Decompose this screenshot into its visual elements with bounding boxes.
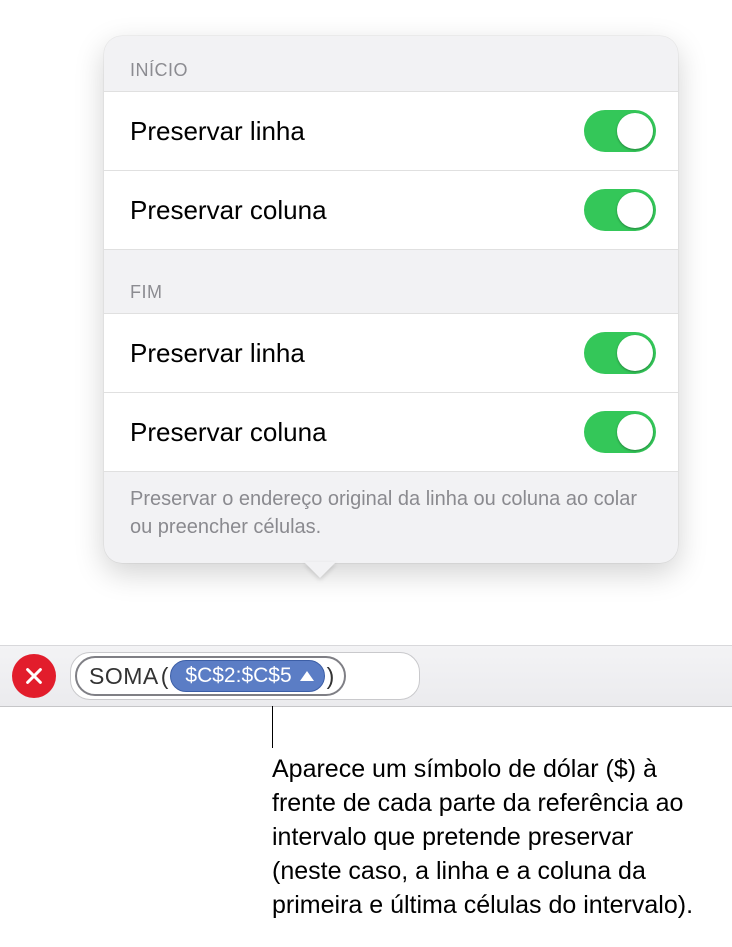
callout-line (272, 706, 273, 748)
start-group: Preservar linha Preservar coluna (104, 91, 678, 250)
popover-hint-text: Preservar o endereço original da linha o… (104, 472, 678, 541)
function-name: SOMA (89, 663, 159, 690)
formula-input[interactable]: SOMA ( $C$2:$C$5 ) (70, 652, 420, 700)
range-reference-chip[interactable]: $C$2:$C$5 (170, 660, 324, 692)
end-group: Preservar linha Preservar coluna (104, 313, 678, 472)
preserve-end-row-label: Preservar linha (130, 338, 305, 369)
preserve-start-col-label: Preservar coluna (130, 195, 327, 226)
cancel-button[interactable] (12, 654, 56, 698)
triangle-up-icon (300, 671, 314, 681)
preserve-end-col-toggle[interactable] (584, 411, 656, 453)
formula-bar: SOMA ( $C$2:$C$5 ) (0, 645, 732, 707)
close-paren: ) (325, 663, 337, 690)
section-header-start: INÍCIO (104, 36, 678, 91)
function-chip[interactable]: SOMA ( $C$2:$C$5 ) (75, 656, 346, 696)
preserve-start-row: Preservar linha (104, 91, 678, 170)
preserve-reference-popover: INÍCIO Preservar linha Preservar coluna … (104, 36, 678, 563)
close-icon (23, 665, 45, 687)
toggle-knob (617, 414, 653, 450)
toggle-knob (617, 335, 653, 371)
preserve-start-row-label: Preservar linha (130, 116, 305, 147)
open-paren: ( (159, 663, 171, 690)
preserve-end-row-toggle[interactable] (584, 332, 656, 374)
section-header-end: FIM (104, 250, 678, 313)
range-reference-text: $C$2:$C$5 (185, 664, 291, 688)
toggle-knob (617, 113, 653, 149)
preserve-end-row: Preservar linha (104, 313, 678, 392)
preserve-start-row-toggle[interactable] (584, 110, 656, 152)
preserve-start-col-toggle[interactable] (584, 189, 656, 231)
preserve-end-col: Preservar coluna (104, 392, 678, 472)
callout-text: Aparece um símbolo de dólar ($) à frente… (272, 752, 702, 922)
preserve-end-col-label: Preservar coluna (130, 417, 327, 448)
preserve-start-col: Preservar coluna (104, 170, 678, 250)
toggle-knob (617, 192, 653, 228)
